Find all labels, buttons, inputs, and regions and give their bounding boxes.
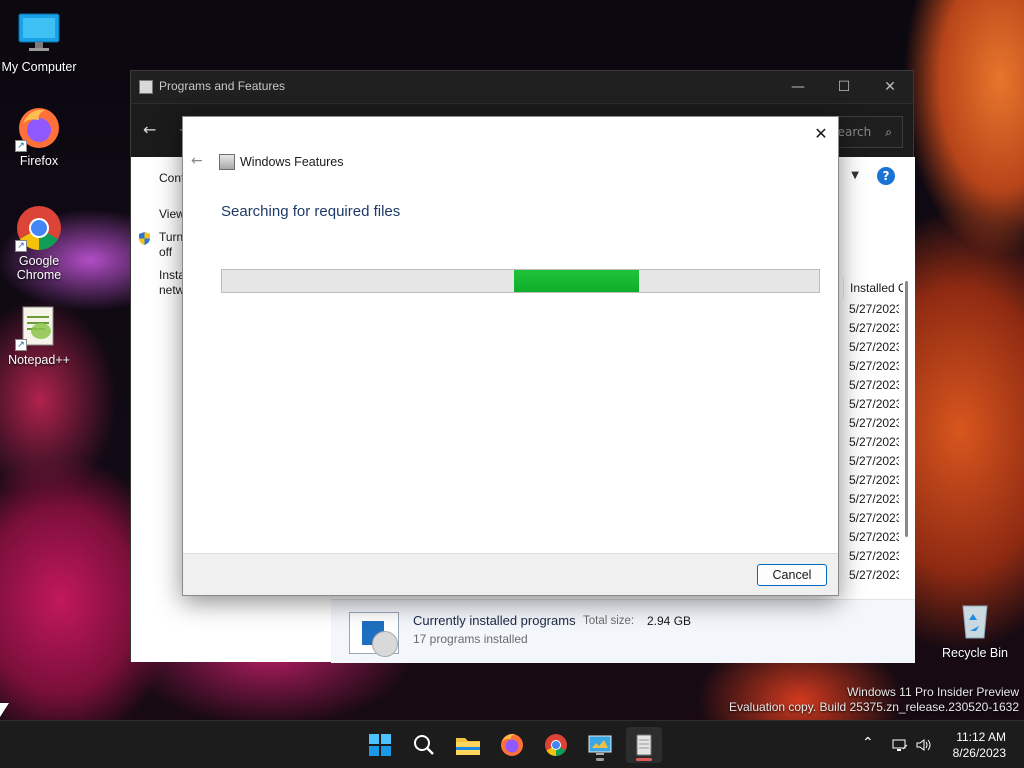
list-item[interactable]: 5/27/2023 [849, 357, 899, 376]
side-link-view-updates[interactable]: View [159, 207, 185, 222]
list-item[interactable]: 5/27/2023 [849, 452, 899, 471]
list-item[interactable]: 5/27/2023 [849, 528, 899, 547]
shortcut-arrow-icon: ↗ [15, 339, 27, 351]
desktop-icon-label: Firefox [19, 154, 59, 168]
help-icon[interactable]: ? [877, 167, 895, 185]
shield-icon [139, 232, 150, 245]
mouse-cursor [0, 703, 9, 717]
windows-features-dialog: ✕ ← Windows Features Searching for requi… [182, 116, 839, 596]
desktop-icon-label: My Computer [1, 60, 77, 74]
list-item[interactable]: 5/27/2023 [849, 395, 899, 414]
vertical-scrollbar[interactable] [905, 281, 908, 537]
firefox-icon: ↗ [15, 104, 63, 152]
taskbar-firefox[interactable] [494, 727, 530, 763]
taskbar-search-button[interactable] [406, 727, 442, 763]
windows-features-icon [219, 154, 235, 170]
side-link-install-network-cont[interactable]: netw [159, 283, 184, 298]
desktop-icon-chrome[interactable]: ↗ Google Chrome [1, 204, 77, 282]
taskbar-control-panel[interactable] [582, 727, 618, 763]
list-item[interactable]: 5/27/2023 [849, 338, 899, 357]
list-item[interactable]: 5/27/2023 [849, 319, 899, 338]
search-icon [414, 735, 434, 755]
recycle-bin-icon [951, 596, 999, 644]
evaluation-watermark: Windows 11 Pro Insider Preview Evaluatio… [729, 685, 1019, 715]
running-indicator [596, 758, 604, 761]
installed-on-column: 5/27/2023 5/27/2023 5/27/2023 5/27/2023 … [849, 300, 899, 585]
windows-logo-icon [369, 734, 391, 756]
details-pane: Currently installed programs Total size:… [331, 599, 915, 663]
status-heading: Searching for required files [221, 203, 401, 220]
clock-time: 11:12 AM [956, 730, 1006, 744]
watermark-line-1: Windows 11 Pro Insider Preview [847, 685, 1019, 699]
firefox-icon [501, 733, 523, 756]
dialog-title: Windows Features [240, 155, 344, 169]
desktop-icon-notepadpp[interactable]: ↗ Notepad++ [1, 303, 77, 367]
taskbar-chrome[interactable] [538, 727, 574, 763]
desktop-icon-label: Google Chrome [16, 254, 62, 282]
progress-bar [221, 269, 820, 293]
system-clock[interactable]: 11:12 AM 8/26/2023 [953, 729, 1006, 761]
chrome-icon: ↗ [15, 204, 63, 252]
clock-date: 8/26/2023 [952, 746, 1006, 760]
list-item[interactable]: 5/27/2023 [849, 490, 899, 509]
volume-icon[interactable] [915, 737, 931, 753]
show-hidden-icons-chevron-up-icon[interactable]: ⌃ [862, 735, 874, 751]
notepadpp-icon: ↗ [15, 303, 63, 351]
side-link-control-panel-home[interactable]: Cont [159, 171, 184, 186]
column-header-installed-on[interactable]: Installed On [843, 277, 903, 299]
total-size-label: Total size: [583, 615, 635, 627]
window-title: Programs and Features [159, 79, 286, 93]
list-item[interactable]: 5/27/2023 [849, 414, 899, 433]
desktop-icon-label: Notepad++ [8, 353, 70, 367]
desktop-icon-recycle-bin[interactable]: Recycle Bin [937, 596, 1013, 660]
shortcut-arrow-icon: ↗ [15, 140, 27, 152]
search-icon: ⌕ [885, 125, 892, 139]
chrome-icon [545, 734, 567, 756]
list-item[interactable]: 5/27/2023 [849, 547, 899, 566]
active-indicator [636, 758, 652, 761]
taskbar-windows-features[interactable] [626, 727, 662, 763]
close-button[interactable]: ✕ [867, 71, 913, 103]
side-link-turn-features[interactable]: Turn [159, 230, 183, 245]
total-size-value: 2.94 GB [647, 614, 692, 628]
progress-bar-fill [514, 270, 639, 292]
window-titlebar[interactable]: Programs and Features — ☐ ✕ [131, 71, 913, 103]
list-toolbar: ▼ ? [843, 167, 903, 187]
list-item[interactable]: 5/27/2023 [849, 566, 899, 585]
dialog-footer: Cancel [183, 553, 838, 595]
programs-count: 17 programs installed [413, 632, 528, 646]
list-item[interactable]: 5/27/2023 [849, 300, 899, 319]
details-title: Currently installed programs [413, 613, 576, 628]
shortcut-arrow-icon: ↗ [15, 240, 27, 252]
watermark-line-2: Evaluation copy. Build 25375.zn_release.… [729, 700, 1019, 714]
taskbar: ⌃ 11:12 AM 8/26/2023 [0, 720, 1024, 768]
cancel-button[interactable]: Cancel [757, 564, 827, 586]
desktop-icon-label: Recycle Bin [942, 646, 1008, 660]
back-arrow-icon[interactable]: ← [143, 120, 156, 139]
minimize-button[interactable]: — [775, 71, 821, 103]
installed-programs-icon [349, 612, 399, 657]
maximize-button[interactable]: ☐ [821, 71, 867, 103]
side-link-turn-features-cont[interactable]: off [159, 245, 172, 260]
start-button[interactable] [362, 727, 398, 763]
list-item[interactable]: 5/27/2023 [849, 433, 899, 452]
view-options-chevron-down-icon[interactable]: ▼ [851, 167, 859, 185]
list-item[interactable]: 5/27/2023 [849, 509, 899, 528]
desktop-icon-my-computer[interactable]: My Computer [1, 10, 77, 74]
close-icon[interactable]: ✕ [810, 123, 832, 145]
folder-icon [456, 738, 480, 755]
back-arrow-icon: ← [191, 153, 203, 169]
control-panel-icon [139, 80, 153, 94]
list-item[interactable]: 5/27/2023 [849, 471, 899, 490]
desktop-icon-firefox[interactable]: ↗ Firefox [1, 104, 77, 168]
list-item[interactable]: 5/27/2023 [849, 376, 899, 395]
taskbar-file-explorer[interactable] [450, 727, 486, 763]
network-icon[interactable] [892, 737, 908, 753]
monitor-icon [15, 10, 63, 58]
